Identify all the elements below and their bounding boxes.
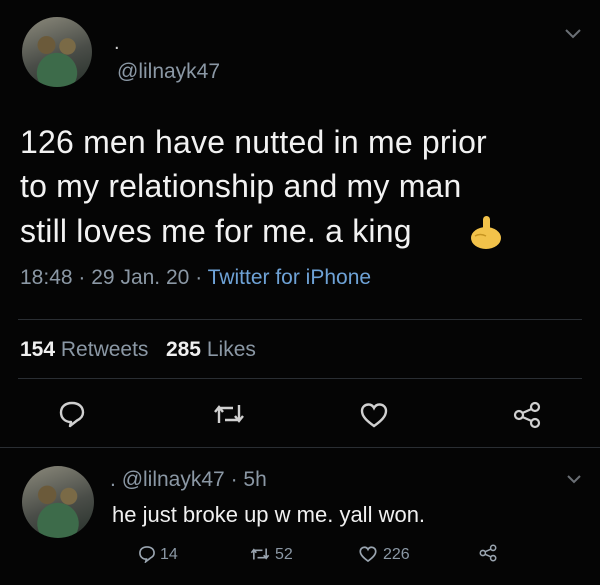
tweet-stats: 154 Retweets 285 Likes — [20, 338, 256, 362]
reply-text: he just broke up w me. yall won. — [112, 502, 426, 527]
tweet-time: 18:48 — [20, 266, 73, 289]
reply-display-name-dot: . — [110, 468, 116, 491]
tweet-text-line-3: still loves me for me. a king — [20, 213, 412, 249]
reply-like-icon[interactable] — [358, 545, 378, 563]
tweet-text-line-2: to my relationship and my man — [20, 168, 462, 204]
divider — [18, 319, 582, 320]
like-label: Likes — [206, 338, 256, 361]
user-handle[interactable]: @lilnayk47 — [117, 60, 220, 84]
reply-retweet-count: 52 — [275, 546, 293, 563]
tweet-meta: 18:48 · 29 Jan. 20 · Twitter for iPhone — [20, 266, 371, 290]
reply-header: . @lilnayk47 · 5h — [110, 468, 267, 492]
divider — [0, 447, 600, 448]
share-icon[interactable] — [512, 401, 542, 429]
meta-separator: · — [195, 266, 203, 289]
reply-reply-icon[interactable] — [138, 545, 156, 563]
tweet-text-line-1: 126 men have nutted in me prior — [20, 124, 487, 160]
reply-share-icon[interactable] — [478, 544, 498, 562]
retweet-count: 154 — [20, 338, 56, 361]
retweet-label: Retweets — [60, 338, 149, 361]
pointing-up-hand-emoji — [466, 214, 506, 255]
reply-age: 5h — [243, 468, 267, 491]
reply-like-count: 226 — [383, 546, 410, 563]
retweet-icon[interactable] — [213, 401, 245, 427]
reply-icon[interactable] — [58, 400, 86, 428]
reply-handle[interactable]: @lilnayk47 — [122, 468, 225, 491]
chevron-down-icon[interactable] — [564, 28, 582, 40]
tweet-source-link[interactable]: Twitter for iPhone — [208, 266, 371, 289]
reply-reply-count: 14 — [160, 546, 178, 563]
reply-retweet-icon[interactable] — [250, 546, 270, 562]
display-name-dot: . — [114, 32, 120, 54]
likes-stat[interactable]: 285 Likes — [166, 338, 256, 361]
meta-separator: · — [78, 266, 86, 289]
like-icon[interactable] — [359, 401, 389, 429]
divider — [18, 378, 582, 379]
chevron-down-icon[interactable] — [566, 474, 582, 485]
reply-avatar[interactable] — [22, 466, 94, 538]
avatar[interactable] — [22, 17, 92, 87]
like-count: 285 — [165, 338, 201, 361]
meta-separator: · — [230, 468, 238, 491]
tweet-date: 29 Jan. 20 — [91, 266, 190, 289]
retweets-stat[interactable]: 154 Retweets — [20, 338, 148, 361]
